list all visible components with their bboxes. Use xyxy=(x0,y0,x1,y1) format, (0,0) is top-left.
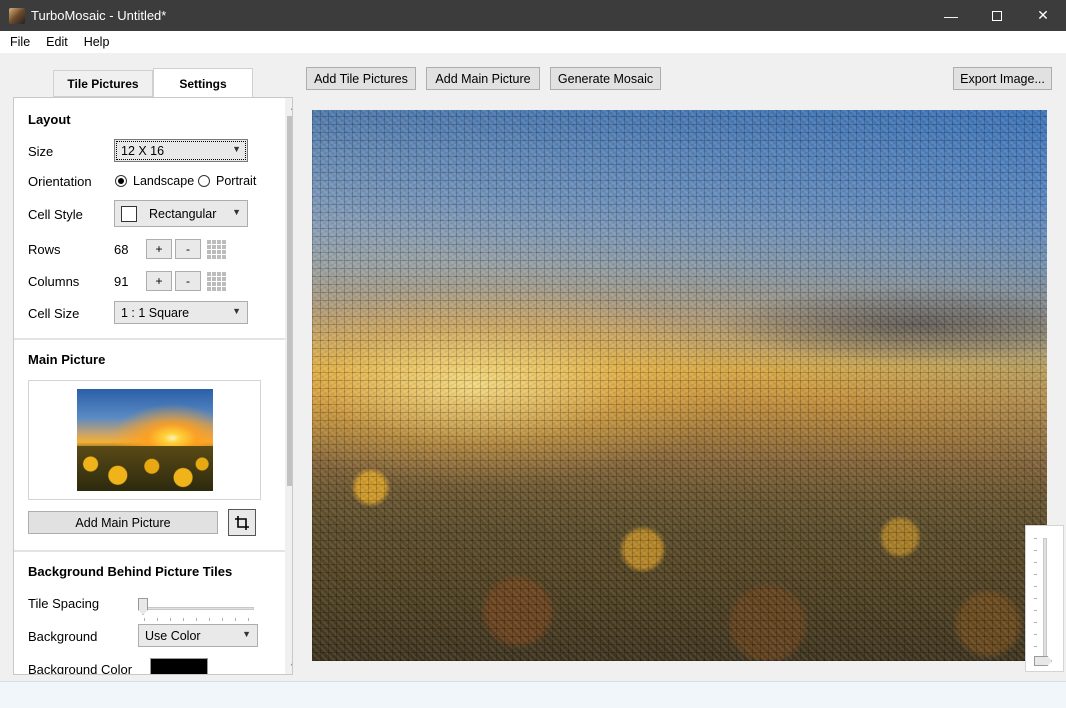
main-picture-thumbnail xyxy=(77,389,213,491)
cell-size-value: 1 : 1 Square xyxy=(121,305,190,320)
radio-selected-icon xyxy=(115,175,127,187)
menu-file[interactable]: File xyxy=(0,35,36,49)
cell-style-label: Cell Style xyxy=(28,207,83,222)
orientation-landscape-label: Landscape xyxy=(133,174,195,188)
window-title: TurboMosaic - Untitled* xyxy=(31,8,167,23)
slider-ticks xyxy=(144,618,254,621)
add-main-picture-toolbar-button[interactable]: Add Main Picture xyxy=(426,67,540,90)
rows-value: 68 xyxy=(114,242,129,257)
chevron-down-icon: ▼ xyxy=(232,207,241,217)
rows-label: Rows xyxy=(28,242,61,257)
main-picture-heading: Main Picture xyxy=(28,352,106,367)
add-tile-pictures-button[interactable]: Add Tile Pictures xyxy=(306,67,416,90)
size-dropdown[interactable]: 12 X 16 ▼ xyxy=(114,139,248,162)
columns-plus-button[interactable]: + xyxy=(146,271,172,291)
columns-minus-button[interactable]: - xyxy=(175,271,201,291)
columns-label: Columns xyxy=(28,274,80,289)
tile-spacing-label: Tile Spacing xyxy=(28,596,100,611)
minimize-icon[interactable]: — xyxy=(928,0,974,31)
maximize-icon[interactable] xyxy=(974,0,1020,31)
background-label: Background xyxy=(28,629,98,644)
mosaic-image[interactable] xyxy=(312,110,1047,661)
background-heading: Background Behind Picture Tiles xyxy=(28,564,233,579)
scroll-down-icon[interactable]: ▼ xyxy=(285,657,292,674)
orientation-label: Orientation xyxy=(28,174,92,189)
background-color-swatch[interactable] xyxy=(150,658,208,674)
mosaic-tile-grid xyxy=(312,110,1047,661)
menu-edit[interactable]: Edit xyxy=(36,35,74,49)
section-divider xyxy=(14,338,285,340)
orientation-landscape-radio[interactable]: Landscape xyxy=(115,174,194,188)
chevron-down-icon: ▼ xyxy=(242,629,251,639)
columns-value: 91 xyxy=(114,274,129,289)
crop-button[interactable] xyxy=(228,509,256,536)
add-main-picture-button[interactable]: Add Main Picture xyxy=(28,511,218,534)
panel-scrollbar[interactable]: ▲ ▼ xyxy=(285,98,292,674)
chevron-down-icon: ▼ xyxy=(232,306,241,316)
scrollbar-thumb[interactable] xyxy=(287,116,292,486)
rows-plus-button[interactable]: + xyxy=(146,239,172,259)
app-icon xyxy=(9,7,25,24)
menu-help[interactable]: Help xyxy=(74,35,116,49)
cell-style-value: Rectangular xyxy=(149,206,217,221)
generate-mosaic-button[interactable]: Generate Mosaic xyxy=(550,67,661,90)
tile-spacing-slider-thumb[interactable] xyxy=(138,598,148,615)
tab-settings[interactable]: Settings xyxy=(153,68,253,98)
close-icon[interactable]: ✕ xyxy=(1020,0,1066,31)
status-bar xyxy=(0,681,1066,708)
zoom-slider[interactable] xyxy=(1025,525,1064,672)
grid-icon[interactable] xyxy=(207,271,227,291)
tab-tile-pictures[interactable]: Tile Pictures xyxy=(53,70,153,97)
rows-minus-button[interactable]: - xyxy=(175,239,201,259)
grid-icon[interactable] xyxy=(207,239,227,259)
main-picture-preview xyxy=(28,380,261,500)
orientation-portrait-label: Portrait xyxy=(216,174,257,188)
menu-bar: File Edit Help xyxy=(0,31,1066,53)
background-dropdown[interactable]: Use Color ▼ xyxy=(138,624,258,647)
settings-panel: Layout Size 12 X 16 ▼ Orientation Landsc… xyxy=(13,97,293,675)
rectangle-icon xyxy=(121,205,137,222)
cell-size-label: Cell Size xyxy=(28,306,80,321)
background-value: Use Color xyxy=(145,628,201,643)
chevron-down-icon: ▼ xyxy=(232,144,241,154)
radio-unselected-icon xyxy=(198,175,210,187)
size-value: 12 X 16 xyxy=(121,143,165,158)
zoom-slider-ticks xyxy=(1034,538,1037,663)
tile-spacing-slider-track[interactable] xyxy=(139,607,254,610)
section-divider xyxy=(14,550,285,552)
crop-icon xyxy=(235,515,249,530)
export-image-button[interactable]: Export Image... xyxy=(953,67,1052,90)
zoom-slider-thumb[interactable] xyxy=(1034,656,1052,666)
title-bar: TurboMosaic - Untitled* — ✕ xyxy=(0,0,1066,31)
cell-style-dropdown[interactable]: Rectangular ▼ xyxy=(114,200,248,227)
background-color-label: Background Color xyxy=(28,662,133,675)
zoom-slider-track[interactable] xyxy=(1043,538,1047,663)
orientation-portrait-radio[interactable]: Portrait xyxy=(198,174,256,188)
layout-heading: Layout xyxy=(28,112,71,127)
scroll-up-icon[interactable]: ▲ xyxy=(285,98,292,115)
cell-size-dropdown[interactable]: 1 : 1 Square ▼ xyxy=(114,301,248,324)
size-label: Size xyxy=(28,144,54,159)
